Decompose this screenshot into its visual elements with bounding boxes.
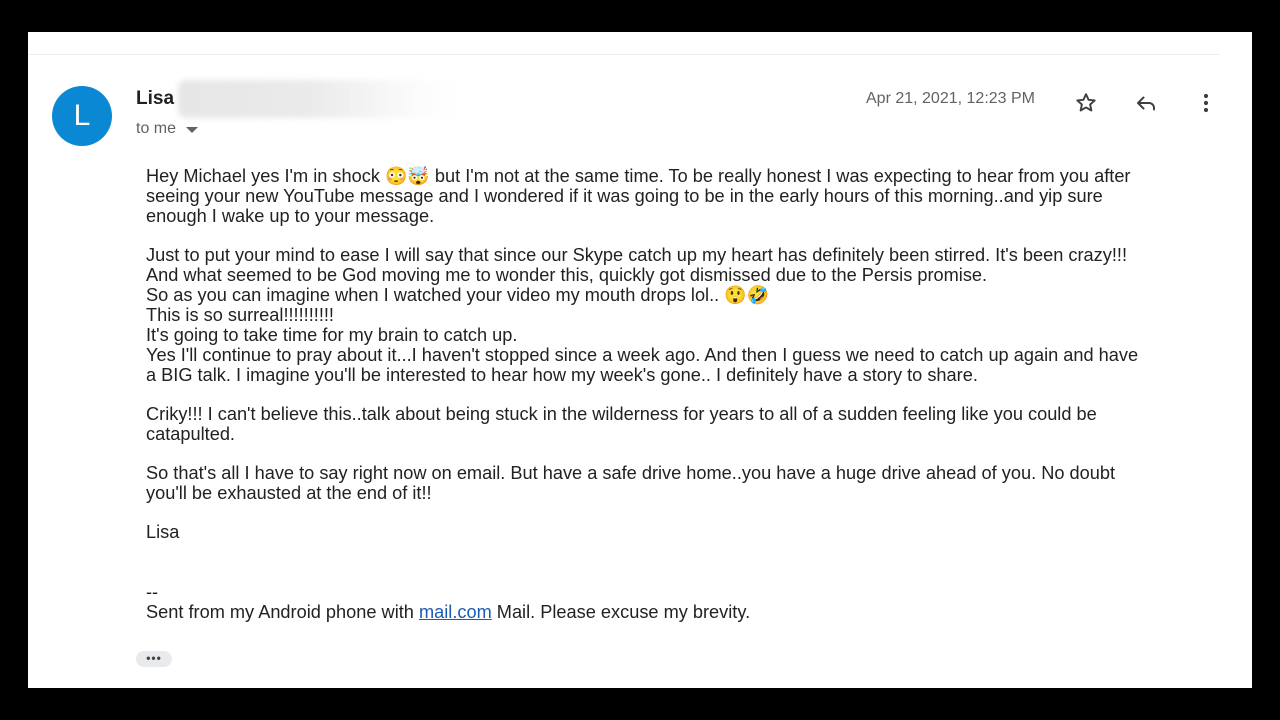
body-line: So as you can imagine when I watched you… — [146, 285, 1216, 305]
paragraph: Criky!!! I can't believe this..talk abou… — [146, 404, 1216, 444]
body-line: seeing your new YouTube message and I wo… — [146, 186, 1103, 206]
more-vert-icon — [1203, 93, 1209, 113]
signature: -- Sent from my Android phone with mail.… — [146, 582, 1216, 622]
paragraph: Hey Michael yes I'm in shock 😳🤯 but I'm … — [146, 166, 1216, 226]
email-view: L Lisa to me Apr 21, 2021, 12:23 PM Hey … — [28, 32, 1252, 688]
body-line: enough I wake up to your message. — [146, 206, 435, 226]
signature-line: Sent from my Android phone with mail.com… — [146, 602, 1216, 622]
paragraph: Just to put your mind to ease I will say… — [146, 245, 1216, 385]
body-text: but I'm not at the same time. To be real… — [429, 166, 1131, 186]
mail-com-link[interactable]: mail.com — [419, 602, 492, 622]
body-line: Hey Michael yes I'm in shock 😳🤯 but I'm … — [146, 166, 1216, 186]
emoji: 😳🤯 — [384, 166, 430, 186]
reply-button[interactable] — [1129, 86, 1163, 120]
star-icon — [1076, 93, 1096, 112]
avatar[interactable]: L — [52, 86, 112, 146]
paragraph: So that's all I have to say right now on… — [146, 463, 1216, 503]
recipient-label: to me — [136, 120, 177, 137]
body-line: catapulted. — [146, 424, 235, 444]
divider — [28, 54, 1220, 55]
signature-text: Sent from my Android phone with — [146, 602, 419, 622]
body-line: Yes I'll continue to pray about it...I h… — [146, 345, 1139, 365]
body-text: Hey Michael yes I'm in shock — [146, 166, 385, 186]
chevron-down-icon[interactable] — [186, 127, 199, 133]
recipient-details-toggle[interactable]: to me — [136, 120, 199, 138]
redacted-sender-email — [178, 80, 458, 118]
body-line: Criky!!! I can't believe this..talk abou… — [146, 404, 1097, 424]
body-line: you'll be exhausted at the end of it!! — [146, 483, 432, 503]
body-line: So that's all I have to say right now on… — [146, 463, 1116, 483]
body-line: And what seemed to be God moving me to w… — [146, 265, 988, 285]
show-trimmed-content-button[interactable]: ••• — [136, 651, 172, 667]
body-line: Just to put your mind to ease I will say… — [146, 245, 1128, 265]
email-body: Hey Michael yes I'm in shock 😳🤯 but I'm … — [146, 166, 1216, 622]
body-line: This is so surreal!!!!!!!!!! — [146, 305, 334, 325]
body-line: a BIG talk. I imagine you'll be interest… — [146, 365, 978, 385]
signoff-name: Lisa — [146, 522, 180, 542]
more-options-button[interactable] — [1189, 86, 1223, 120]
body-line: It's going to take time for my brain to … — [146, 325, 518, 345]
body-text: So as you can imagine when I watched you… — [146, 285, 725, 305]
reply-icon — [1137, 96, 1155, 111]
emoji: 😲🤣 — [724, 285, 770, 305]
email-date: Apr 21, 2021, 12:23 PM — [866, 90, 1035, 107]
star-button[interactable] — [1069, 86, 1103, 120]
sender-name[interactable]: Lisa — [136, 88, 174, 110]
signature-text: Mail. Please excuse my brevity. — [491, 602, 751, 622]
signoff: Lisa — [146, 522, 1216, 542]
signature-separator: -- — [146, 582, 159, 602]
